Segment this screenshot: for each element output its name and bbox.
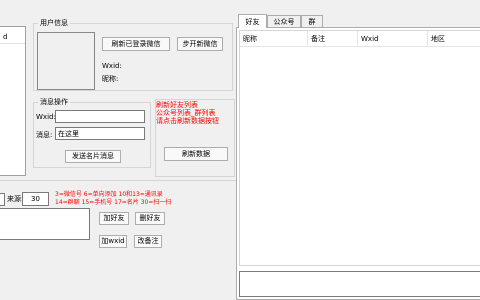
- note-line-2: 公众号列表_群列表: [156, 109, 216, 117]
- notes-lines: 刷新好友列表 公众号列表_群列表 请点击刷新数据按钮: [156, 101, 219, 125]
- message-content-value: 在这里: [58, 129, 79, 138]
- tab-content: 昵称 备注 Wxid 地区: [236, 27, 480, 300]
- column-region[interactable]: 地区: [428, 31, 480, 46]
- tab-friends[interactable]: 好友: [238, 14, 267, 28]
- log-textbox[interactable]: [239, 271, 480, 297]
- message-content-label: 消息:: [36, 131, 53, 139]
- friend-textarea[interactable]: [0, 208, 90, 240]
- column-remark[interactable]: 备注: [308, 31, 358, 46]
- friends-table[interactable]: 昵称 备注 Wxid 地区: [239, 30, 480, 266]
- source-value: 30: [31, 195, 40, 203]
- message-wxid-label: Wxid:: [36, 113, 56, 121]
- source-hint-line-2: 14=群聊 15=手机号 17=名片 30=扫一扫: [55, 199, 172, 206]
- add-friend-button[interactable]: 加好友: [99, 212, 129, 225]
- table-header-divider: [240, 46, 480, 47]
- column-nickname[interactable]: 昵称: [240, 31, 308, 46]
- refresh-logged-in-wechat-button[interactable]: 刷新已登录微信: [102, 37, 170, 51]
- user-wxid-label: Wxid:: [102, 62, 122, 70]
- tab-official-accounts[interactable]: 公众号: [267, 15, 301, 27]
- left-list[interactable]: d: [0, 26, 26, 176]
- message-wxid-input[interactable]: [55, 110, 145, 123]
- section-divider: [0, 180, 236, 181]
- tab-groups[interactable]: 群: [301, 15, 323, 27]
- left-list-header: d: [3, 33, 8, 41]
- avatar: [37, 32, 95, 90]
- note-line-1: 刷新好友列表: [156, 101, 198, 109]
- left-list-divider: [0, 43, 25, 44]
- partial-left-input[interactable]: [0, 193, 5, 206]
- edit-remark-button[interactable]: 改备注: [134, 235, 162, 248]
- add-wxid-button[interactable]: 加wxid: [99, 235, 127, 248]
- send-card-message-button[interactable]: 发送名片消息: [65, 150, 121, 163]
- user-nickname-label: 昵称:: [102, 75, 119, 83]
- sync-new-wechat-button[interactable]: 步开新微信: [177, 37, 223, 51]
- source-hint-line-1: 3=微信号 6=单向添加 10和13=通讯录: [55, 191, 163, 198]
- column-wxid[interactable]: Wxid: [358, 31, 428, 46]
- note-line-3: 请点击刷新数据按钮: [156, 117, 219, 125]
- source-label: 来源:: [7, 195, 24, 203]
- user-info-title: 用户信息: [38, 19, 70, 28]
- message-group-title: 消息操作: [38, 98, 70, 107]
- refresh-data-button[interactable]: 刷新数据: [164, 147, 228, 161]
- delete-friend-button[interactable]: 删好友: [135, 212, 165, 225]
- source-input[interactable]: 30: [22, 192, 49, 206]
- message-content-input[interactable]: 在这里: [55, 127, 145, 140]
